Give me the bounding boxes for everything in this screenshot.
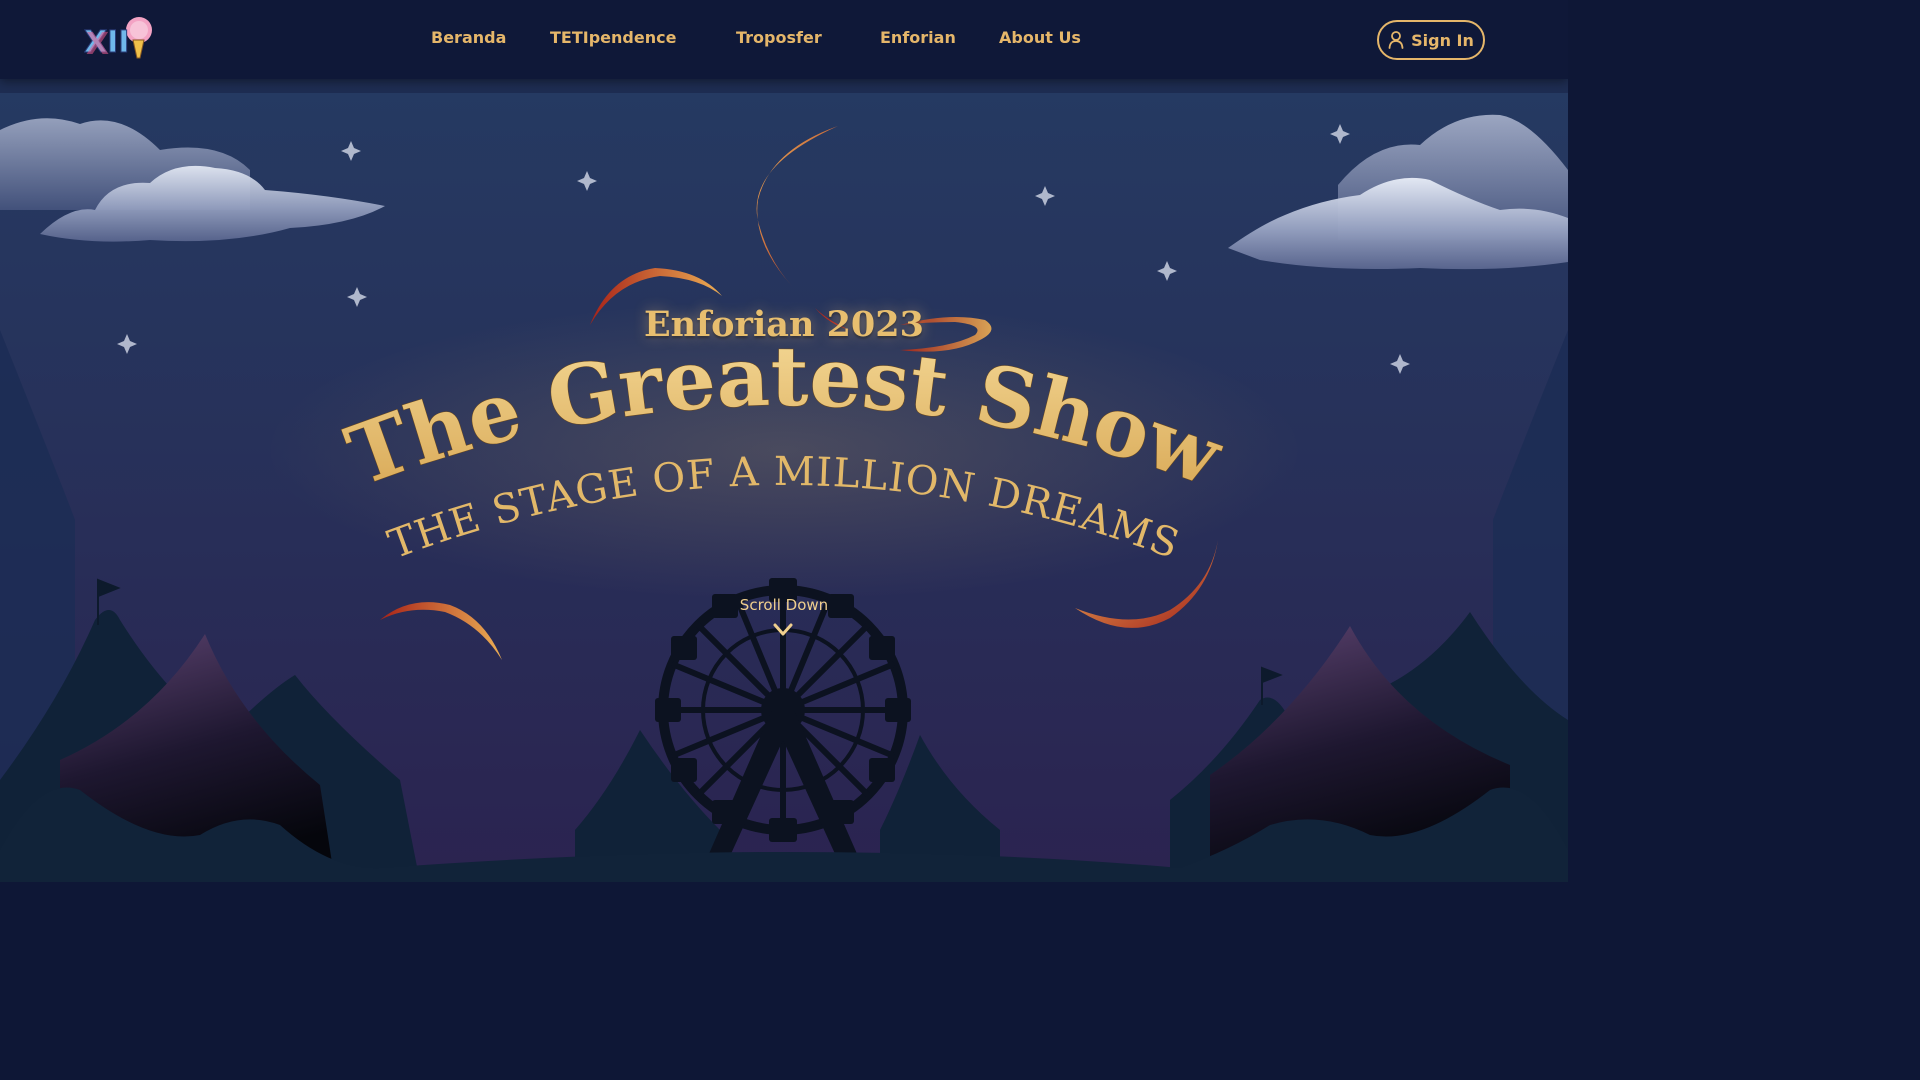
sign-in-label: Sign In: [1411, 30, 1474, 50]
sign-in-button[interactable]: Sign In: [1377, 20, 1485, 60]
nav-item-about-us[interactable]: About Us: [999, 27, 1081, 49]
nav-item-enforian[interactable]: Enforian: [880, 27, 956, 49]
scroll-down-label[interactable]: Scroll Down: [0, 596, 1568, 614]
nav-item-tetipendence[interactable]: TETIpendence: [550, 27, 676, 49]
nav-item-beranda[interactable]: Beranda: [431, 27, 506, 49]
landing-page: The Greatest Show THE STAGE OF A MILLION…: [0, 0, 1568, 882]
user-icon: [1388, 31, 1404, 49]
top-navbar: XII X Beranda TETIpendence Troposfer Enf…: [0, 0, 1568, 79]
nav-item-troposfer[interactable]: Troposfer: [736, 27, 822, 49]
svg-text:X: X: [86, 27, 109, 62]
chevron-down-icon[interactable]: [772, 621, 794, 639]
event-title: Enforian 2023: [644, 304, 924, 345]
hero-scene: The Greatest Show THE STAGE OF A MILLION…: [0, 79, 1568, 882]
brand-logo[interactable]: XII X: [84, 14, 154, 64]
